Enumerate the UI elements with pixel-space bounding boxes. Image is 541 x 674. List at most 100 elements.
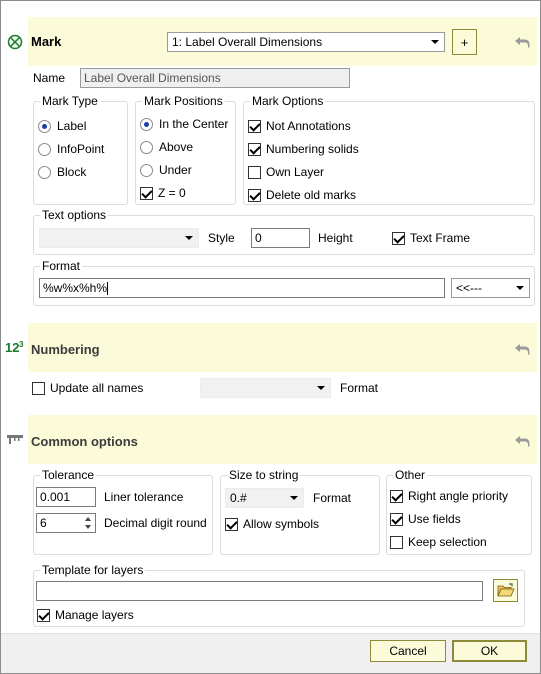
format-insert-value: <<--- — [456, 281, 483, 295]
undo-icon[interactable] — [514, 342, 530, 356]
spinner-arrows-icon[interactable] — [82, 515, 94, 531]
use-fields-text: Use fields — [408, 512, 461, 526]
decimal-round-stepper[interactable]: 6 — [36, 513, 96, 533]
radio-above-text: Above — [159, 140, 194, 154]
z-zero-text: Z = 0 — [158, 186, 186, 200]
radio-under-text: Under — [159, 163, 192, 177]
mark-options-group: Mark Options Not Annotations Numbering s… — [243, 94, 535, 205]
radio-infopoint-dot[interactable] — [38, 142, 51, 156]
size-to-string-group: Size to string — [220, 468, 380, 555]
svg-text:12: 12 — [5, 340, 19, 355]
use-fields-checkbox[interactable]: Use fields — [390, 512, 461, 526]
size-format-select[interactable]: 0.# — [225, 488, 304, 508]
radio-under-dot[interactable] — [140, 163, 153, 177]
decimal-round-value: 6 — [40, 516, 47, 530]
text-frame-box[interactable] — [392, 231, 405, 245]
delete-old-marks-checkbox[interactable]: Delete old marks — [248, 188, 356, 202]
radio-block-dot[interactable] — [38, 165, 51, 179]
update-all-names-box[interactable] — [32, 381, 45, 395]
decimal-round-label: Decimal digit round — [104, 516, 207, 530]
delete-old-marks-box[interactable] — [248, 188, 261, 202]
dialog-window: Mark 1: Label Overall Dimensions + Name … — [0, 0, 541, 674]
chevron-down-icon — [185, 236, 193, 240]
mark-options-title: Mark Options — [250, 94, 326, 108]
numbering-section-header — [28, 323, 537, 372]
cancel-button[interactable]: Cancel — [370, 640, 446, 662]
allow-symbols-checkbox[interactable]: Allow symbols — [225, 517, 319, 531]
radio-under[interactable]: Under — [140, 163, 192, 177]
radio-infopoint-text: InfoPoint — [57, 142, 105, 156]
chevron-down-icon — [431, 40, 439, 44]
not-annotations-box[interactable] — [248, 119, 261, 133]
mark-preset-value: 1: Label Overall Dimensions — [172, 35, 323, 49]
mark-crossed-circle-icon — [7, 34, 23, 50]
chevron-down-icon — [516, 286, 524, 290]
z-zero-checkbox[interactable]: Z = 0 — [140, 186, 186, 200]
radio-label-dot[interactable] — [38, 119, 51, 133]
numbering-format-select[interactable] — [200, 378, 331, 398]
mark-positions-group: Mark Positions In the Center Above Under… — [135, 94, 236, 205]
keep-selection-box[interactable] — [390, 535, 403, 549]
open-folder-icon — [496, 583, 515, 597]
allow-symbols-text: Allow symbols — [243, 517, 320, 531]
radio-above-dot[interactable] — [140, 140, 153, 154]
manage-layers-checkbox[interactable]: Manage layers — [37, 608, 134, 622]
numbering-123-icon: 12 3 — [5, 339, 25, 355]
use-fields-box[interactable] — [390, 512, 403, 526]
undo-icon[interactable] — [514, 434, 530, 448]
numbering-solids-box[interactable] — [248, 142, 261, 156]
keep-selection-text: Keep selection — [408, 535, 487, 549]
radio-center-dot[interactable] — [140, 117, 153, 131]
browse-folder-button[interactable] — [493, 579, 518, 602]
liner-tolerance-label: Liner tolerance — [104, 490, 184, 504]
ok-button[interactable]: OK — [452, 640, 527, 662]
numbering-solids-checkbox[interactable]: Numbering solids — [248, 142, 359, 156]
format-field[interactable]: %w%x%h% — [39, 278, 445, 298]
own-layer-box[interactable] — [248, 165, 261, 179]
format-insert-select[interactable]: <<--- — [451, 278, 530, 298]
style-label: Style — [208, 231, 235, 245]
own-layer-checkbox[interactable]: Own Layer — [248, 165, 324, 179]
text-height-field[interactable]: 0 — [251, 228, 310, 248]
mark-positions-title: Mark Positions — [142, 94, 225, 108]
manage-layers-box[interactable] — [37, 608, 50, 622]
manage-layers-text: Manage layers — [55, 608, 134, 622]
radio-label[interactable]: Label — [38, 119, 86, 133]
format-title: Format — [40, 259, 83, 273]
svg-text:3: 3 — [19, 340, 24, 349]
update-all-names-text: Update all names — [50, 381, 144, 395]
mark-type-group: Mark Type Label InfoPoint Block — [33, 94, 128, 205]
text-style-select[interactable] — [39, 228, 199, 248]
radio-center[interactable]: In the Center — [140, 117, 228, 131]
right-angle-priority-box[interactable] — [390, 489, 403, 503]
template-path-field[interactable] — [36, 581, 483, 601]
common-options-section-title: Common options — [31, 434, 138, 449]
mark-preset-select[interactable]: 1: Label Overall Dimensions — [167, 32, 445, 52]
liner-tolerance-field[interactable]: 0.001 — [36, 487, 96, 507]
radio-block[interactable]: Block — [38, 165, 86, 179]
own-layer-text: Own Layer — [266, 165, 325, 179]
numbering-format-label: Format — [340, 381, 379, 395]
name-label: Name — [33, 71, 66, 85]
name-field[interactable]: Label Overall Dimensions — [80, 68, 350, 88]
radio-above[interactable]: Above — [140, 140, 193, 154]
right-angle-priority-checkbox[interactable]: Right angle priority — [390, 489, 508, 503]
text-frame-checkbox[interactable]: Text Frame — [392, 231, 470, 245]
numbering-section-title: Numbering — [31, 342, 100, 357]
size-to-string-title: Size to string — [227, 468, 301, 482]
format-value: %w%x%h% — [43, 281, 108, 295]
size-format-value: 0.# — [230, 491, 247, 505]
common-options-icon — [6, 432, 24, 446]
not-annotations-checkbox[interactable]: Not Annotations — [248, 119, 351, 133]
z-zero-box[interactable] — [140, 186, 153, 200]
text-options-title: Text options — [40, 208, 109, 222]
add-preset-button[interactable]: + — [452, 29, 477, 55]
undo-icon[interactable] — [514, 35, 530, 49]
keep-selection-checkbox[interactable]: Keep selection — [390, 535, 487, 549]
update-all-names-checkbox[interactable]: Update all names — [32, 381, 143, 395]
radio-block-text: Block — [57, 165, 87, 179]
delete-old-marks-text: Delete old marks — [266, 188, 357, 202]
radio-infopoint[interactable]: InfoPoint — [38, 142, 104, 156]
allow-symbols-box[interactable] — [225, 517, 238, 531]
mark-section-title: Mark — [31, 34, 62, 49]
